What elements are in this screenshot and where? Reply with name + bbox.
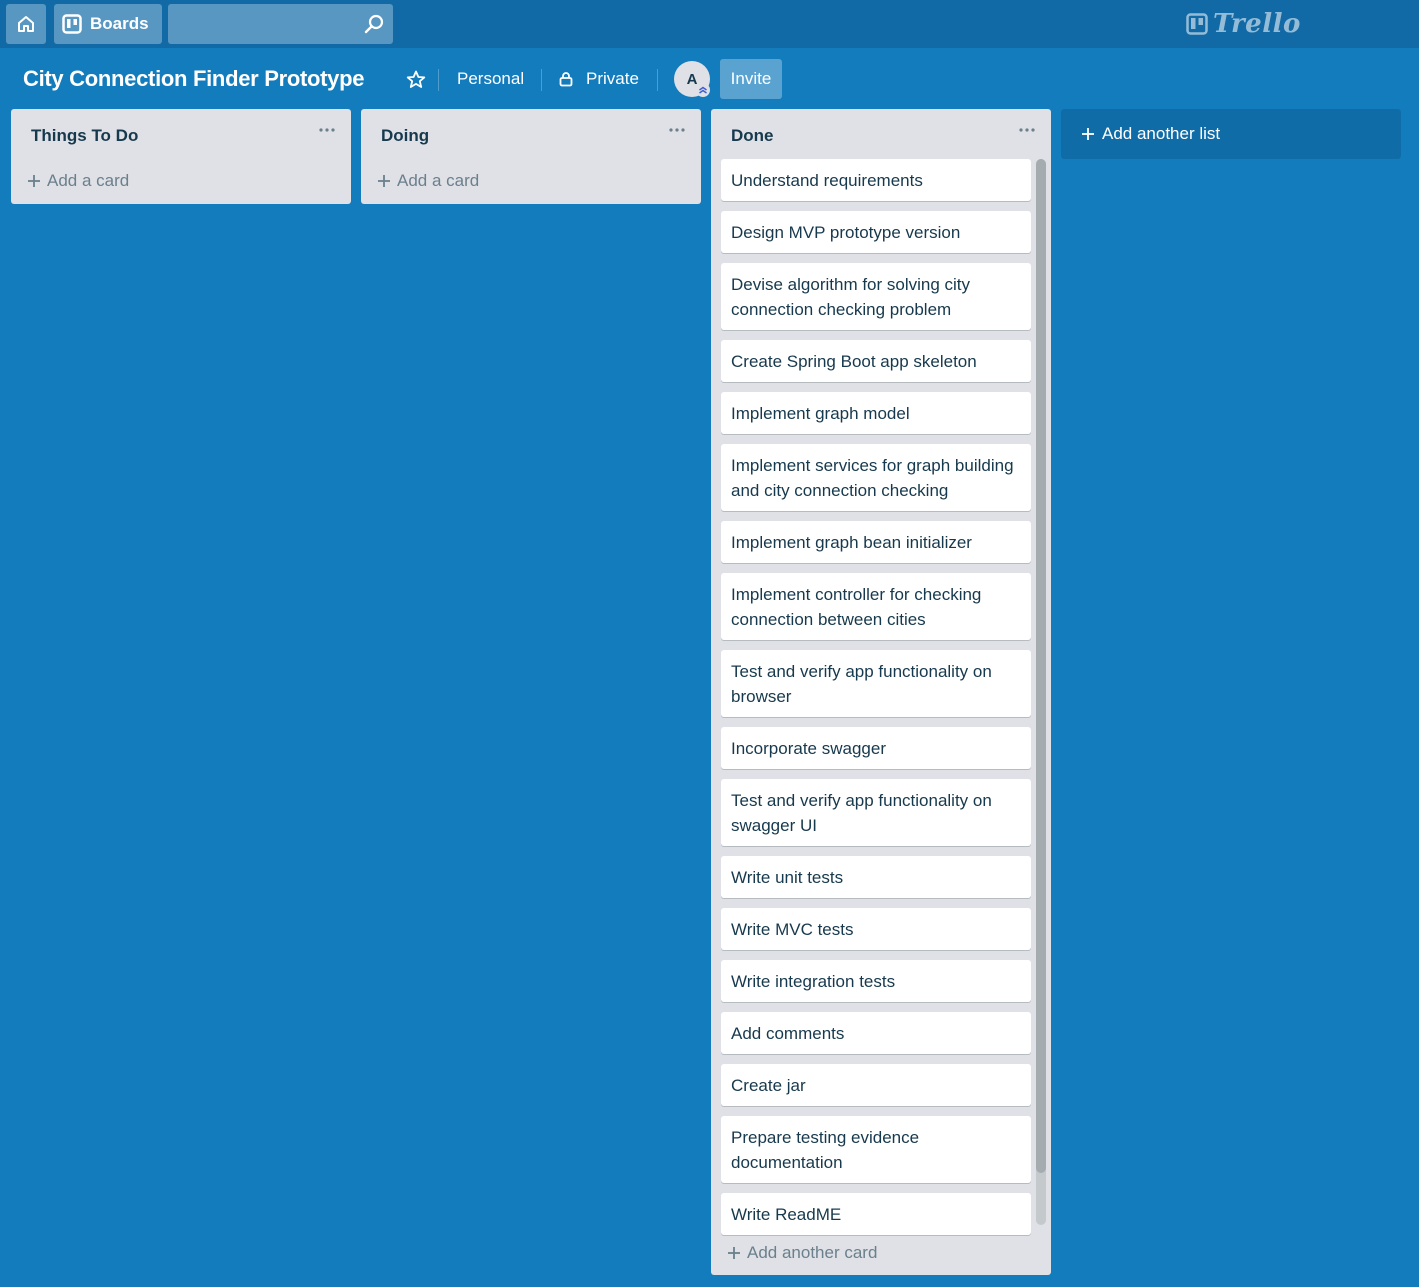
more-options-icon[interactable] [317, 123, 337, 137]
card[interactable]: Prepare testing evidence documentation [721, 1116, 1031, 1183]
card[interactable]: Write unit tests [721, 856, 1031, 898]
card[interactable]: Understand requirements [721, 159, 1031, 201]
header-divider [541, 69, 542, 91]
card[interactable]: Implement services for graph building an… [721, 444, 1031, 511]
list-title[interactable]: Things To Do [31, 126, 138, 146]
home-icon [18, 16, 34, 32]
list-title[interactable]: Done [731, 126, 774, 146]
trello-logo[interactable]: Trello [1186, 8, 1301, 40]
card[interactable]: Implement graph bean initializer [721, 521, 1031, 563]
search-icon[interactable] [363, 13, 385, 35]
header-divider [438, 69, 439, 91]
card[interactable]: Test and verify app functionality on bro… [721, 650, 1031, 717]
visibility-label: Private [586, 69, 639, 88]
list-doing: Doing Add a card [361, 109, 701, 204]
add-card-button[interactable]: Add a card [25, 165, 131, 197]
card[interactable]: Devise algorithm for solving city connec… [721, 263, 1031, 330]
card[interactable]: Create jar [721, 1064, 1031, 1106]
list-things-to-do: Things To Do Add a card [11, 109, 351, 204]
top-navigation-bar: Boards Trello [0, 0, 1419, 48]
add-another-card-button[interactable]: Add another card [725, 1237, 879, 1269]
boards-icon [62, 14, 82, 34]
add-list-button[interactable]: Add another list [1061, 109, 1401, 159]
card[interactable]: Design MVP prototype version [721, 211, 1031, 253]
team-label: Personal [457, 69, 525, 88]
plus-icon [378, 175, 390, 187]
trello-logo-text: Trello [1213, 9, 1301, 39]
home-button[interactable] [6, 4, 46, 44]
plus-icon [28, 175, 40, 187]
more-options-icon[interactable] [1017, 123, 1037, 137]
team-button[interactable]: Personal [448, 60, 533, 98]
search-input[interactable] [168, 4, 393, 44]
card[interactable]: Write ReadME [721, 1193, 1031, 1235]
member-avatar[interactable]: A [674, 61, 710, 97]
card[interactable]: Create Spring Boot app skeleton [721, 340, 1031, 382]
board-header: City Connection Finder Prototype Persona… [0, 56, 1419, 102]
list-scrollbar-thumb[interactable] [1036, 159, 1046, 1173]
more-options-icon[interactable] [667, 123, 687, 137]
plus-icon [1082, 128, 1094, 140]
card[interactable]: Test and verify app functionality on swa… [721, 779, 1031, 846]
card[interactable]: Write integration tests [721, 960, 1031, 1002]
add-card-button[interactable]: Add a card [375, 165, 481, 197]
star-icon[interactable] [404, 68, 428, 92]
header-divider [657, 69, 658, 91]
list-done: Done Understand requirements Design MVP p… [711, 109, 1051, 1275]
invite-button[interactable]: Invite [720, 59, 782, 99]
visibility-button[interactable]: Private [551, 60, 646, 98]
add-card-label: Add a card [397, 171, 480, 190]
board-title[interactable]: City Connection Finder Prototype [23, 66, 364, 92]
add-card-label: Add a card [47, 171, 130, 190]
trello-logo-icon [1186, 13, 1208, 35]
card[interactable]: Implement graph model [721, 392, 1031, 434]
search-box[interactable] [168, 4, 393, 44]
boards-label: Boards [90, 14, 149, 33]
invite-label: Invite [730, 69, 772, 88]
card[interactable]: Incorporate swagger [721, 727, 1031, 769]
add-list-label: Add another list [1102, 124, 1221, 143]
admin-badge-icon [696, 83, 710, 97]
list-title[interactable]: Doing [381, 126, 429, 146]
lock-icon [559, 72, 573, 87]
boards-button[interactable]: Boards [54, 4, 162, 44]
add-card-label: Add another card [747, 1243, 878, 1262]
card[interactable]: Add comments [721, 1012, 1031, 1054]
card[interactable]: Implement controller for checking connec… [721, 573, 1031, 640]
plus-icon [728, 1247, 740, 1259]
card[interactable]: Write MVC tests [721, 908, 1031, 950]
card-list: Understand requirements Design MVP protot… [721, 159, 1031, 1245]
